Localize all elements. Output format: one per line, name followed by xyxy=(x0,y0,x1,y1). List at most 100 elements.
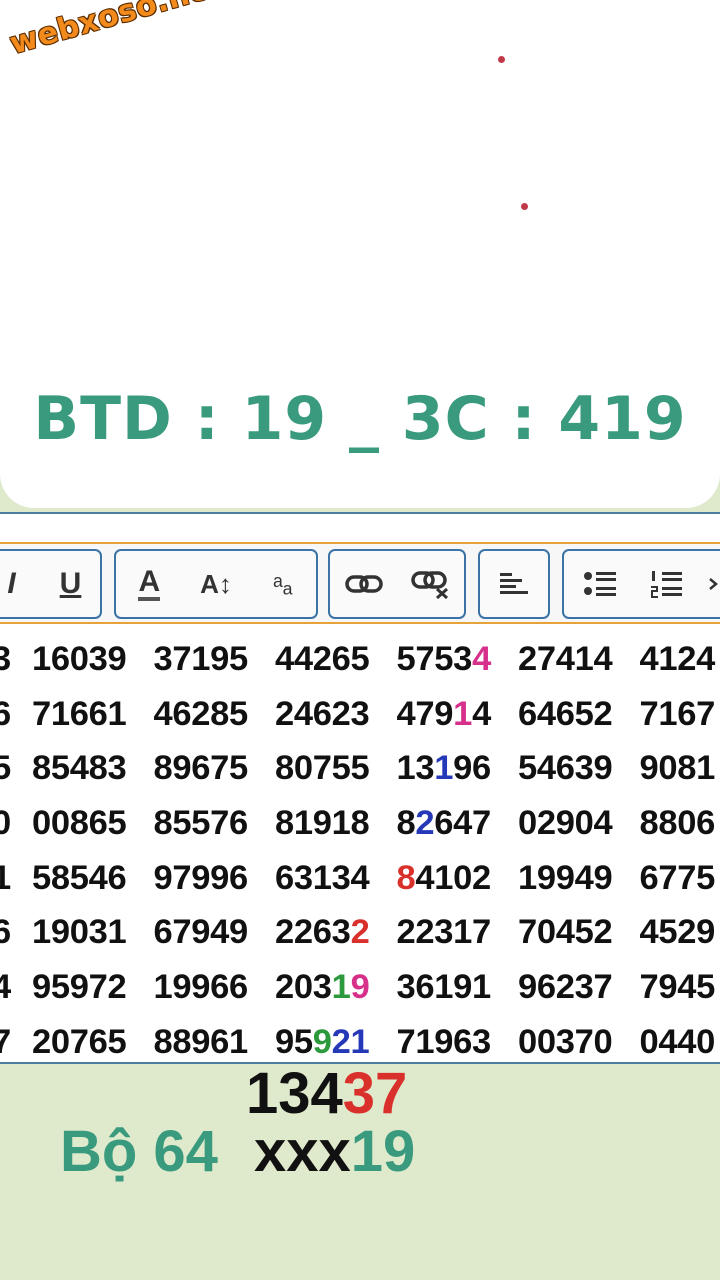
grid-cell: 71963 xyxy=(396,1015,519,1062)
grid-cell: 6 xyxy=(0,905,32,959)
grid-cell: 4 xyxy=(0,960,32,1014)
numbered-list-button[interactable] xyxy=(640,557,694,611)
cell-text: 24623 xyxy=(275,694,370,733)
number-grid: 3160393719544265575342741441246716614628… xyxy=(0,632,720,1062)
screenshot-band: I U A A↕ ᵃₐ 16039 37195 44265 57534 2741… xyxy=(0,512,720,1064)
cell-text: 64652 xyxy=(518,694,613,733)
cell-text: 36191 xyxy=(396,968,492,1007)
grid-cell: 4529 xyxy=(640,905,720,959)
cell-text: 95 xyxy=(275,1022,313,1061)
grid-row: 619031 67949 22632 22317 70452 4529 xyxy=(0,905,720,960)
highlight-digit: 2 xyxy=(350,913,370,952)
result-line-bottom: xxx19 xyxy=(254,1119,416,1184)
grid-cell: 64652 xyxy=(518,687,640,741)
cell-text: 203 xyxy=(275,968,332,1007)
align-left-button[interactable] xyxy=(487,557,541,611)
highlight-digit: 21 xyxy=(331,1022,370,1061)
grid-cell: 7945 xyxy=(640,960,720,1014)
cell-text: 80755 xyxy=(275,749,370,788)
grid-row: 158546979966313484102199496775 xyxy=(0,851,720,906)
cell-text: 02904 xyxy=(518,804,613,843)
toolbar-group-list xyxy=(562,549,720,619)
grid-cell: 9081 xyxy=(640,741,720,795)
grid-row: 671661462852462347914646527167 xyxy=(0,687,720,742)
grid-cell: 27414 xyxy=(518,632,640,686)
grid-row: 720765889619592171963003700440 xyxy=(0,1015,720,1062)
indent-button[interactable] xyxy=(706,557,720,611)
decor-dot xyxy=(498,56,505,63)
cell-text: 27414 xyxy=(518,640,613,678)
cell-text: 85576 xyxy=(153,804,249,843)
grid-cell: 80755 xyxy=(275,741,397,795)
bullet-list-button[interactable] xyxy=(574,557,628,611)
grid-cell: 4124 xyxy=(640,632,720,686)
grid-cell: 13196 xyxy=(397,741,519,795)
grid-cell: 0 xyxy=(0,796,32,850)
editor-toolbar: I U A A↕ ᵃₐ xyxy=(0,542,720,624)
grid-cell: 97996 xyxy=(154,851,276,905)
italic-button[interactable]: I xyxy=(0,557,39,611)
link-icon xyxy=(344,575,383,593)
cell-text: 96237 xyxy=(518,968,613,1007)
cell-text: 4124 xyxy=(639,640,716,678)
cell-text: 2263 xyxy=(275,913,351,952)
unlink-icon xyxy=(410,571,448,599)
cell-text: 85483 xyxy=(32,749,127,788)
grid-cell: 57534 xyxy=(397,632,519,686)
grid-cell: 19031 xyxy=(32,905,154,959)
cell-text: 647 xyxy=(434,804,491,843)
cell-text: 37195 xyxy=(153,640,249,678)
grid-cell: 54639 xyxy=(518,741,640,795)
cell-text: 8 xyxy=(396,804,416,843)
font-color-button[interactable]: A xyxy=(122,557,176,611)
cell-text: 19966 xyxy=(153,968,249,1007)
highlight-digit: 8 xyxy=(396,858,416,897)
cell-text: 22317 xyxy=(396,913,492,952)
cell-text: 96 xyxy=(453,749,491,788)
cell-text: 71963 xyxy=(396,1022,492,1061)
toolbar-group-align xyxy=(478,549,550,619)
change-case-button[interactable]: ᵃₐ xyxy=(256,557,310,611)
cell-text: 13 xyxy=(396,749,435,788)
cell-text: 54639 xyxy=(518,749,613,788)
grid-cell: 24623 xyxy=(275,687,397,741)
cell-text: 479 xyxy=(396,694,454,733)
unlink-button[interactable] xyxy=(404,557,458,611)
cell-text: 70452 xyxy=(518,913,613,952)
bullet-list-icon xyxy=(584,572,616,596)
grid-cell: 00370 xyxy=(518,1015,640,1062)
highlight-digit: 1 xyxy=(434,749,454,788)
decor-dot xyxy=(521,203,528,210)
cell-text: 95972 xyxy=(32,968,127,1007)
grid-cell: 5 xyxy=(0,741,32,795)
grid-cell: 7 xyxy=(0,1015,32,1062)
cell-text: 81918 xyxy=(275,804,370,843)
grid-cell: 7167 xyxy=(640,687,720,741)
underline-button[interactable]: U xyxy=(44,557,98,611)
cell-text: 67949 xyxy=(153,913,249,952)
grid-cell: 3 xyxy=(0,632,32,686)
toolbar-group-text-style: I U xyxy=(0,549,102,619)
grid-cell: 81918 xyxy=(275,796,397,850)
cell-text: 7945 xyxy=(639,968,716,1007)
font-size-button[interactable]: A↕ xyxy=(189,557,243,611)
grid-cell: 8806 xyxy=(640,796,720,850)
grid-cell: 44265 xyxy=(275,632,397,686)
link-button[interactable] xyxy=(337,557,391,611)
grid-cell: 85576 xyxy=(154,796,276,850)
grid-cell: 19949 xyxy=(518,851,640,905)
cell-text: 4 xyxy=(472,694,491,733)
cell-text: 89675 xyxy=(153,749,249,788)
grid-row: 000865855768191882647029048806 xyxy=(0,796,720,851)
grid-cell: 95921 xyxy=(275,1015,397,1062)
grid-cell: 02904 xyxy=(518,796,640,850)
grid-cell: 0440 xyxy=(640,1015,720,1062)
grid-cell: 85483 xyxy=(32,741,154,795)
cell-text: 6775 xyxy=(639,858,716,897)
set-label: Bộ 64 xyxy=(60,1119,218,1184)
grid-cell: 71661 xyxy=(32,687,154,741)
toolbar-group-font: A A↕ ᵃₐ xyxy=(114,549,318,619)
grid-cell: 46285 xyxy=(154,687,276,741)
grid-cell: 36191 xyxy=(397,960,519,1014)
cell-text: 19031 xyxy=(32,913,127,952)
